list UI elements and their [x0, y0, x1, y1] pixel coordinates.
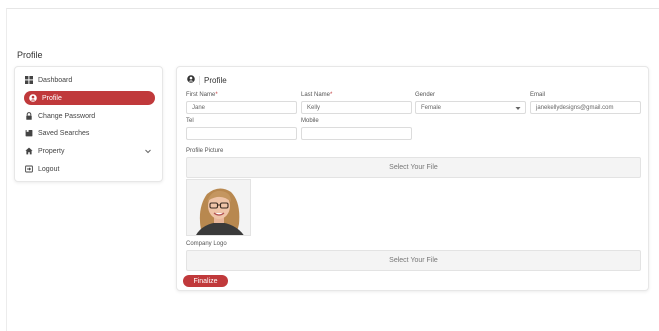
gender-select-value: Female: [421, 104, 442, 111]
company-logo-label: Company Logo: [186, 241, 227, 247]
tel-label: Tel: [186, 118, 194, 124]
last-name-label: Last Name*: [301, 92, 333, 98]
first-name-label: First Name*: [186, 92, 218, 98]
gender-select[interactable]: Female: [415, 101, 526, 114]
bookmark-icon: [25, 129, 33, 137]
profile-picture-label: Profile Picture: [186, 148, 224, 154]
first-name-field[interactable]: Jane: [186, 101, 297, 114]
sidebar-item-label: Dashboard: [38, 76, 73, 84]
sidebar-item-label: Property: [38, 147, 65, 155]
sidebar-item-label: Profile: [42, 94, 62, 102]
finalize-button[interactable]: Finalize: [183, 275, 228, 287]
email-label: Email: [530, 92, 546, 98]
sidebar-item-dashboard[interactable]: Dashboard: [25, 73, 155, 87]
home-icon: [25, 147, 33, 155]
company-logo-dropzone[interactable]: Select Your File: [186, 250, 641, 271]
page-title: Profile: [17, 50, 43, 60]
email-field[interactable]: janekellydesigns@gmail.com: [530, 101, 641, 114]
sidebar-item-label: Saved Searches: [38, 129, 90, 137]
profile-photo: [186, 179, 251, 236]
card-header: Profile: [187, 75, 227, 85]
chevron-down-icon[interactable]: [144, 147, 152, 155]
profile-picture-dropzone[interactable]: Select Your File: [186, 157, 641, 178]
dashboard-icon: [25, 76, 33, 84]
header-divider: [199, 75, 200, 85]
profile-card: Profile First Name* Last Name* Gender Em…: [176, 66, 649, 291]
sidebar-item-profile[interactable]: Profile: [24, 91, 155, 105]
sidebar-item-change-password[interactable]: Change Password: [25, 109, 155, 123]
mobile-field[interactable]: [301, 127, 412, 140]
sidebar-item-saved-searches[interactable]: Saved Searches: [25, 126, 155, 140]
lock-icon: [25, 112, 33, 120]
card-title: Profile: [204, 75, 227, 85]
user-circle-icon: [29, 94, 37, 102]
sidebar-item-label: Change Password: [38, 112, 96, 120]
caret-down-icon: [515, 106, 521, 111]
user-circle-icon: [187, 75, 195, 85]
tel-field[interactable]: [186, 127, 297, 140]
last-name-field[interactable]: Kelly: [301, 101, 412, 114]
sidebar-item-logout[interactable]: Logout: [25, 162, 155, 176]
logout-icon: [25, 165, 33, 173]
sidebar: Dashboard Profile Change Password Saved …: [14, 66, 163, 182]
gender-label: Gender: [415, 92, 436, 98]
mobile-label: Mobile: [301, 118, 319, 124]
sidebar-item-property[interactable]: Property: [25, 144, 155, 158]
sidebar-item-label: Logout: [38, 165, 60, 173]
